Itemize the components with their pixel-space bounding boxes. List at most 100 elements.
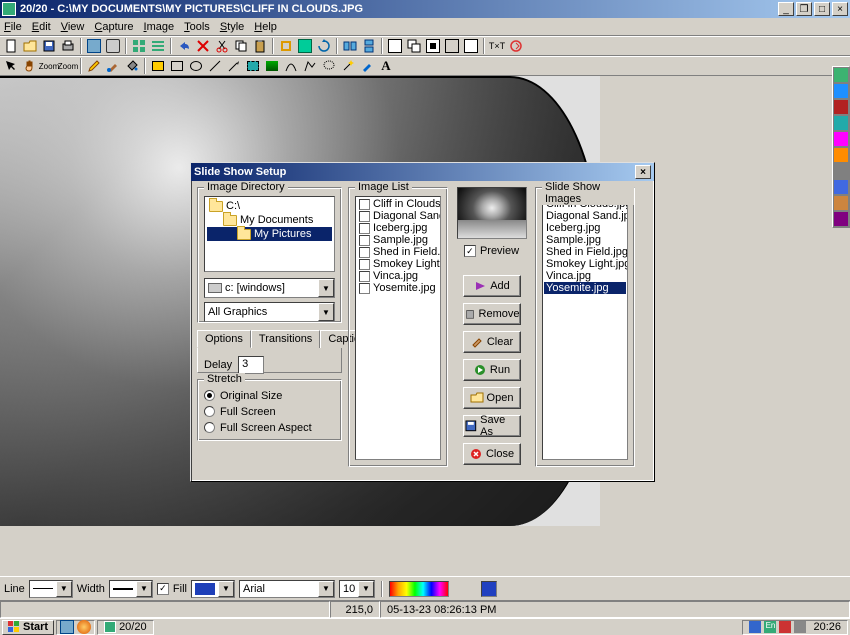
tree-node[interactable]: My Documents — [207, 213, 332, 227]
fill-icon[interactable] — [123, 57, 141, 75]
chevron-down-icon[interactable]: ▼ — [318, 303, 334, 321]
camera-icon[interactable] — [104, 37, 122, 55]
poly-icon[interactable] — [301, 57, 319, 75]
remove-button[interactable]: Remove — [463, 303, 521, 325]
fit-icon[interactable] — [424, 37, 442, 55]
resize-icon[interactable] — [296, 37, 314, 55]
tab-transitions[interactable]: Transitions — [251, 330, 320, 348]
open-button[interactable]: Open — [463, 387, 521, 409]
palette-swatch[interactable] — [833, 163, 849, 179]
tile-h-icon[interactable] — [341, 37, 359, 55]
preview-checkbox[interactable]: ✓ Preview — [464, 245, 519, 257]
menu-view[interactable]: View — [61, 21, 85, 33]
image-list-item[interactable]: Vinca.jpg — [357, 270, 439, 282]
zoom-icon[interactable]: Zoom — [40, 57, 58, 75]
crop-icon[interactable] — [277, 37, 295, 55]
line-width-combo[interactable]: ▼ — [109, 580, 153, 598]
rect-icon[interactable] — [168, 57, 186, 75]
line-icon[interactable] — [206, 57, 224, 75]
image-list-item[interactable]: Sample.jpg — [357, 234, 439, 246]
gradient-icon[interactable] — [263, 57, 281, 75]
palette-swatch[interactable] — [833, 211, 849, 227]
tray-icon[interactable]: En — [764, 621, 776, 633]
minimize-button[interactable]: _ — [778, 2, 794, 16]
palette-swatch[interactable] — [833, 67, 849, 83]
delay-input[interactable]: 3 — [238, 356, 264, 374]
menu-help[interactable]: Help — [254, 21, 277, 33]
actual-icon[interactable] — [443, 37, 461, 55]
add-button[interactable]: Add — [463, 275, 521, 297]
open-icon[interactable] — [21, 37, 39, 55]
image-list-item[interactable]: Yosemite.jpg — [357, 282, 439, 294]
tray-icon[interactable] — [749, 621, 761, 633]
pencil-icon[interactable] — [85, 57, 103, 75]
rect-fill-icon[interactable] — [149, 57, 167, 75]
rotate-icon[interactable] — [315, 37, 333, 55]
font-size-combo[interactable]: 10▼ — [339, 580, 375, 598]
close-button[interactable]: Close — [463, 443, 521, 465]
maximize-button[interactable]: □ — [814, 2, 830, 16]
slideshow-icon[interactable] — [462, 37, 480, 55]
chevron-down-icon[interactable]: ▼ — [318, 279, 334, 297]
slideshow-list-item[interactable]: Vinca.jpg — [544, 270, 626, 282]
menu-tools[interactable]: Tools — [184, 21, 210, 33]
paste-icon[interactable] — [251, 37, 269, 55]
image-list-item[interactable]: Cliff in Clouds.jpg — [357, 198, 439, 210]
fill-checkbox[interactable]: ✓Fill — [157, 583, 187, 595]
curve-icon[interactable] — [282, 57, 300, 75]
text-icon[interactable]: A — [377, 57, 395, 75]
lasso-icon[interactable] — [320, 57, 338, 75]
list-icon[interactable] — [149, 37, 167, 55]
image-list-item[interactable]: Diagonal Sand.jpg — [357, 210, 439, 222]
menu-style[interactable]: Style — [220, 21, 244, 33]
palette-swatch[interactable] — [833, 115, 849, 131]
new-icon[interactable] — [2, 37, 20, 55]
tray-icon[interactable] — [779, 621, 791, 633]
slideshow-list[interactable]: Cliff in Clouds.jpgDiagonal Sand.jpgIceb… — [542, 196, 628, 460]
menu-file[interactable]: File — [4, 21, 22, 33]
cut-icon[interactable] — [213, 37, 231, 55]
fill-color-combo[interactable]: ▼ — [191, 580, 235, 598]
undo-icon[interactable] — [175, 37, 193, 55]
arrow-icon[interactable] — [225, 57, 243, 75]
color-spectrum[interactable] — [389, 581, 449, 597]
stretch-radio[interactable]: Full Screen — [204, 404, 335, 419]
image-list-item[interactable]: Shed in Field.jpg — [357, 246, 439, 258]
eyedrop-icon[interactable] — [358, 57, 376, 75]
menu-capture[interactable]: Capture — [94, 21, 133, 33]
run-button[interactable]: Run — [463, 359, 521, 381]
directory-tree[interactable]: C:\My DocumentsMy Pictures — [204, 196, 335, 272]
palette-swatch[interactable] — [833, 131, 849, 147]
ellipse-icon[interactable] — [187, 57, 205, 75]
dialog-close-button[interactable]: × — [635, 165, 651, 179]
marquee-icon[interactable] — [244, 57, 262, 75]
start-button[interactable]: Start — [2, 620, 54, 635]
image-list-item[interactable]: Smokey Light.jpg — [357, 258, 439, 270]
delete-icon[interactable] — [194, 37, 212, 55]
browser-icon[interactable] — [77, 620, 91, 634]
palette-swatch[interactable] — [833, 83, 849, 99]
refresh-icon[interactable] — [507, 37, 525, 55]
slideshow-list-item[interactable]: Smokey Light.jpg — [544, 258, 626, 270]
image-list-item[interactable]: Iceberg.jpg — [357, 222, 439, 234]
palette-swatch[interactable] — [833, 179, 849, 195]
brush-icon[interactable] — [104, 57, 122, 75]
saveas-button[interactable]: Save As — [463, 415, 521, 437]
menu-image[interactable]: Image — [144, 21, 175, 33]
filter-combo[interactable]: All Graphics ▼ — [204, 302, 335, 322]
copy-icon[interactable] — [232, 37, 250, 55]
slideshow-list-item[interactable]: Shed in Field.jpg — [544, 246, 626, 258]
clear-button[interactable]: Clear — [463, 331, 521, 353]
print-icon[interactable] — [59, 37, 77, 55]
pointer-icon[interactable] — [2, 57, 20, 75]
zoom2-icon[interactable]: Zoom — [59, 57, 77, 75]
current-color-swatch[interactable] — [481, 581, 497, 597]
props-icon[interactable]: T×T — [488, 37, 506, 55]
slideshow-list-item[interactable]: Yosemite.jpg — [544, 282, 626, 294]
window1-icon[interactable] — [386, 37, 404, 55]
taskbar-app-button[interactable]: 20/20 — [97, 620, 154, 635]
drive-combo[interactable]: c: [windows] ▼ — [204, 278, 335, 298]
scan-icon[interactable] — [85, 37, 103, 55]
desktop-icon[interactable] — [60, 620, 74, 634]
wand-icon[interactable] — [339, 57, 357, 75]
